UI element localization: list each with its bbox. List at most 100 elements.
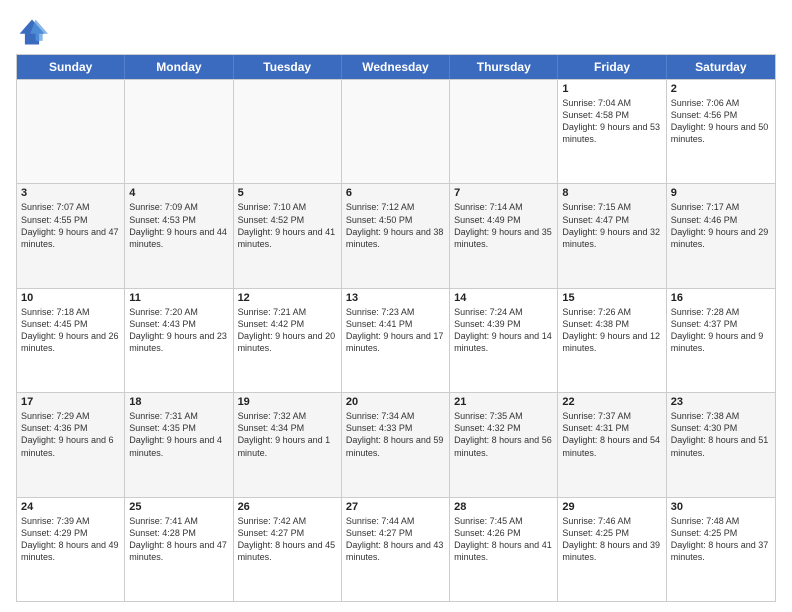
day-number: 25 (129, 501, 228, 513)
cal-cell-26: 26 Sunrise: 7:42 AM Sunset: 4:27 PM Dayli… (234, 498, 342, 601)
cal-cell-3: 3Sunrise: 7:07 AM Sunset: 4:55 PM Daylig… (17, 184, 125, 287)
day-info: Sunrise: 7:45 AM Sunset: 4:26 PM Dayligh… (454, 515, 553, 564)
day-info: Sunrise: 7:26 AM Sunset: 4:38 PM Dayligh… (562, 306, 661, 355)
calendar-row-1: 1 Sunrise: 7:04 AM Sunset: 4:58 PM Daylig… (17, 79, 775, 183)
day-info: Sunrise: 7:29 AM Sunset: 4:36 PM Dayligh… (21, 410, 120, 459)
day-info: Sunrise: 7:37 AM Sunset: 4:31 PM Dayligh… (562, 410, 661, 459)
cal-cell-18: 18 Sunrise: 7:31 AM Sunset: 4:35 PM Dayli… (125, 393, 233, 496)
cal-cell-empty-0 (17, 80, 125, 183)
day-number: 6 (346, 187, 445, 199)
calendar-row-4: 17 Sunrise: 7:29 AM Sunset: 4:36 PM Dayli… (17, 392, 775, 496)
day-number: 17 (21, 396, 120, 408)
cal-cell-5: 5 Sunrise: 7:10 AM Sunset: 4:52 PM Daylig… (234, 184, 342, 287)
calendar-header: SundayMondayTuesdayWednesdayThursdayFrid… (17, 55, 775, 79)
day-info: Sunrise: 7:12 AM Sunset: 4:50 PM Dayligh… (346, 201, 445, 250)
cal-cell-1: 1 Sunrise: 7:04 AM Sunset: 4:58 PM Daylig… (558, 80, 666, 183)
day-info: Sunrise: 7:07 AM Sunset: 4:55 PM Dayligh… (21, 201, 120, 250)
cal-cell-25: 25 Sunrise: 7:41 AM Sunset: 4:28 PM Dayli… (125, 498, 233, 601)
day-number: 26 (238, 501, 337, 513)
calendar-row-3: 10 Sunrise: 7:18 AM Sunset: 4:45 PM Dayli… (17, 288, 775, 392)
logo (16, 16, 52, 48)
page: SundayMondayTuesdayWednesdayThursdayFrid… (0, 0, 792, 612)
day-info: Sunrise: 7:41 AM Sunset: 4:28 PM Dayligh… (129, 515, 228, 564)
cal-cell-24: 24 Sunrise: 7:39 AM Sunset: 4:29 PM Dayli… (17, 498, 125, 601)
header-tuesday: Tuesday (234, 55, 342, 79)
day-number: 14 (454, 292, 553, 304)
day-number: 1 (562, 83, 661, 95)
day-info: Sunrise: 7:17 AM Sunset: 4:46 PM Dayligh… (671, 201, 771, 250)
calendar-row-5: 24 Sunrise: 7:39 AM Sunset: 4:29 PM Dayli… (17, 497, 775, 601)
cal-cell-10: 10 Sunrise: 7:18 AM Sunset: 4:45 PM Dayli… (17, 289, 125, 392)
cal-cell-21: 21Sunrise: 7:35 AM Sunset: 4:32 PM Dayli… (450, 393, 558, 496)
cal-cell-14: 14 Sunrise: 7:24 AM Sunset: 4:39 PM Dayli… (450, 289, 558, 392)
cal-cell-28: 28 Sunrise: 7:45 AM Sunset: 4:26 PM Dayli… (450, 498, 558, 601)
day-info: Sunrise: 7:44 AM Sunset: 4:27 PM Dayligh… (346, 515, 445, 564)
cal-cell-12: 12 Sunrise: 7:21 AM Sunset: 4:42 PM Dayli… (234, 289, 342, 392)
cal-cell-7: 7Sunrise: 7:14 AM Sunset: 4:49 PM Daylig… (450, 184, 558, 287)
cal-cell-4: 4 Sunrise: 7:09 AM Sunset: 4:53 PM Daylig… (125, 184, 233, 287)
day-info: Sunrise: 7:39 AM Sunset: 4:29 PM Dayligh… (21, 515, 120, 564)
day-info: Sunrise: 7:46 AM Sunset: 4:25 PM Dayligh… (562, 515, 661, 564)
day-number: 18 (129, 396, 228, 408)
day-number: 28 (454, 501, 553, 513)
day-number: 2 (671, 83, 771, 95)
cal-cell-13: 13Sunrise: 7:23 AM Sunset: 4:41 PM Dayli… (342, 289, 450, 392)
cal-cell-17: 17 Sunrise: 7:29 AM Sunset: 4:36 PM Dayli… (17, 393, 125, 496)
day-info: Sunrise: 7:18 AM Sunset: 4:45 PM Dayligh… (21, 306, 120, 355)
day-info: Sunrise: 7:21 AM Sunset: 4:42 PM Dayligh… (238, 306, 337, 355)
day-info: Sunrise: 7:28 AM Sunset: 4:37 PM Dayligh… (671, 306, 771, 355)
day-number: 24 (21, 501, 120, 513)
cal-cell-19: 19 Sunrise: 7:32 AM Sunset: 4:34 PM Dayli… (234, 393, 342, 496)
day-info: Sunrise: 7:38 AM Sunset: 4:30 PM Dayligh… (671, 410, 771, 459)
cal-cell-2: 2 Sunrise: 7:06 AM Sunset: 4:56 PM Daylig… (667, 80, 775, 183)
cal-cell-27: 27 Sunrise: 7:44 AM Sunset: 4:27 PM Dayli… (342, 498, 450, 601)
day-info: Sunrise: 7:09 AM Sunset: 4:53 PM Dayligh… (129, 201, 228, 250)
day-info: Sunrise: 7:24 AM Sunset: 4:39 PM Dayligh… (454, 306, 553, 355)
logo-icon (16, 16, 48, 48)
day-info: Sunrise: 7:06 AM Sunset: 4:56 PM Dayligh… (671, 97, 771, 146)
day-info: Sunrise: 7:10 AM Sunset: 4:52 PM Dayligh… (238, 201, 337, 250)
cal-cell-30: 30 Sunrise: 7:48 AM Sunset: 4:25 PM Dayli… (667, 498, 775, 601)
day-number: 4 (129, 187, 228, 199)
day-info: Sunrise: 7:42 AM Sunset: 4:27 PM Dayligh… (238, 515, 337, 564)
day-info: Sunrise: 7:14 AM Sunset: 4:49 PM Dayligh… (454, 201, 553, 250)
cal-cell-6: 6 Sunrise: 7:12 AM Sunset: 4:50 PM Daylig… (342, 184, 450, 287)
header-thursday: Thursday (450, 55, 558, 79)
cal-cell-16: 16 Sunrise: 7:28 AM Sunset: 4:37 PM Dayli… (667, 289, 775, 392)
header (16, 16, 776, 48)
day-info: Sunrise: 7:32 AM Sunset: 4:34 PM Dayligh… (238, 410, 337, 459)
cal-cell-11: 11Sunrise: 7:20 AM Sunset: 4:43 PM Dayli… (125, 289, 233, 392)
header-wednesday: Wednesday (342, 55, 450, 79)
day-info: Sunrise: 7:31 AM Sunset: 4:35 PM Dayligh… (129, 410, 228, 459)
calendar-body: 1 Sunrise: 7:04 AM Sunset: 4:58 PM Daylig… (17, 79, 775, 601)
header-saturday: Saturday (667, 55, 775, 79)
day-number: 9 (671, 187, 771, 199)
cal-cell-22: 22 Sunrise: 7:37 AM Sunset: 4:31 PM Dayli… (558, 393, 666, 496)
calendar: SundayMondayTuesdayWednesdayThursdayFrid… (16, 54, 776, 602)
day-info: Sunrise: 7:15 AM Sunset: 4:47 PM Dayligh… (562, 201, 661, 250)
day-info: Sunrise: 7:20 AM Sunset: 4:43 PM Dayligh… (129, 306, 228, 355)
calendar-row-2: 3Sunrise: 7:07 AM Sunset: 4:55 PM Daylig… (17, 183, 775, 287)
day-number: 20 (346, 396, 445, 408)
day-number: 5 (238, 187, 337, 199)
day-number: 19 (238, 396, 337, 408)
day-number: 23 (671, 396, 771, 408)
cal-cell-20: 20 Sunrise: 7:34 AM Sunset: 4:33 PM Dayli… (342, 393, 450, 496)
day-number: 16 (671, 292, 771, 304)
day-number: 27 (346, 501, 445, 513)
day-info: Sunrise: 7:34 AM Sunset: 4:33 PM Dayligh… (346, 410, 445, 459)
day-number: 15 (562, 292, 661, 304)
cal-cell-empty-2 (234, 80, 342, 183)
day-number: 30 (671, 501, 771, 513)
day-info: Sunrise: 7:48 AM Sunset: 4:25 PM Dayligh… (671, 515, 771, 564)
day-number: 10 (21, 292, 120, 304)
day-info: Sunrise: 7:04 AM Sunset: 4:58 PM Dayligh… (562, 97, 661, 146)
header-friday: Friday (558, 55, 666, 79)
day-number: 22 (562, 396, 661, 408)
cal-cell-9: 9 Sunrise: 7:17 AM Sunset: 4:46 PM Daylig… (667, 184, 775, 287)
cal-cell-empty-3 (342, 80, 450, 183)
cal-cell-23: 23 Sunrise: 7:38 AM Sunset: 4:30 PM Dayli… (667, 393, 775, 496)
day-number: 21 (454, 396, 553, 408)
day-number: 13 (346, 292, 445, 304)
day-number: 12 (238, 292, 337, 304)
